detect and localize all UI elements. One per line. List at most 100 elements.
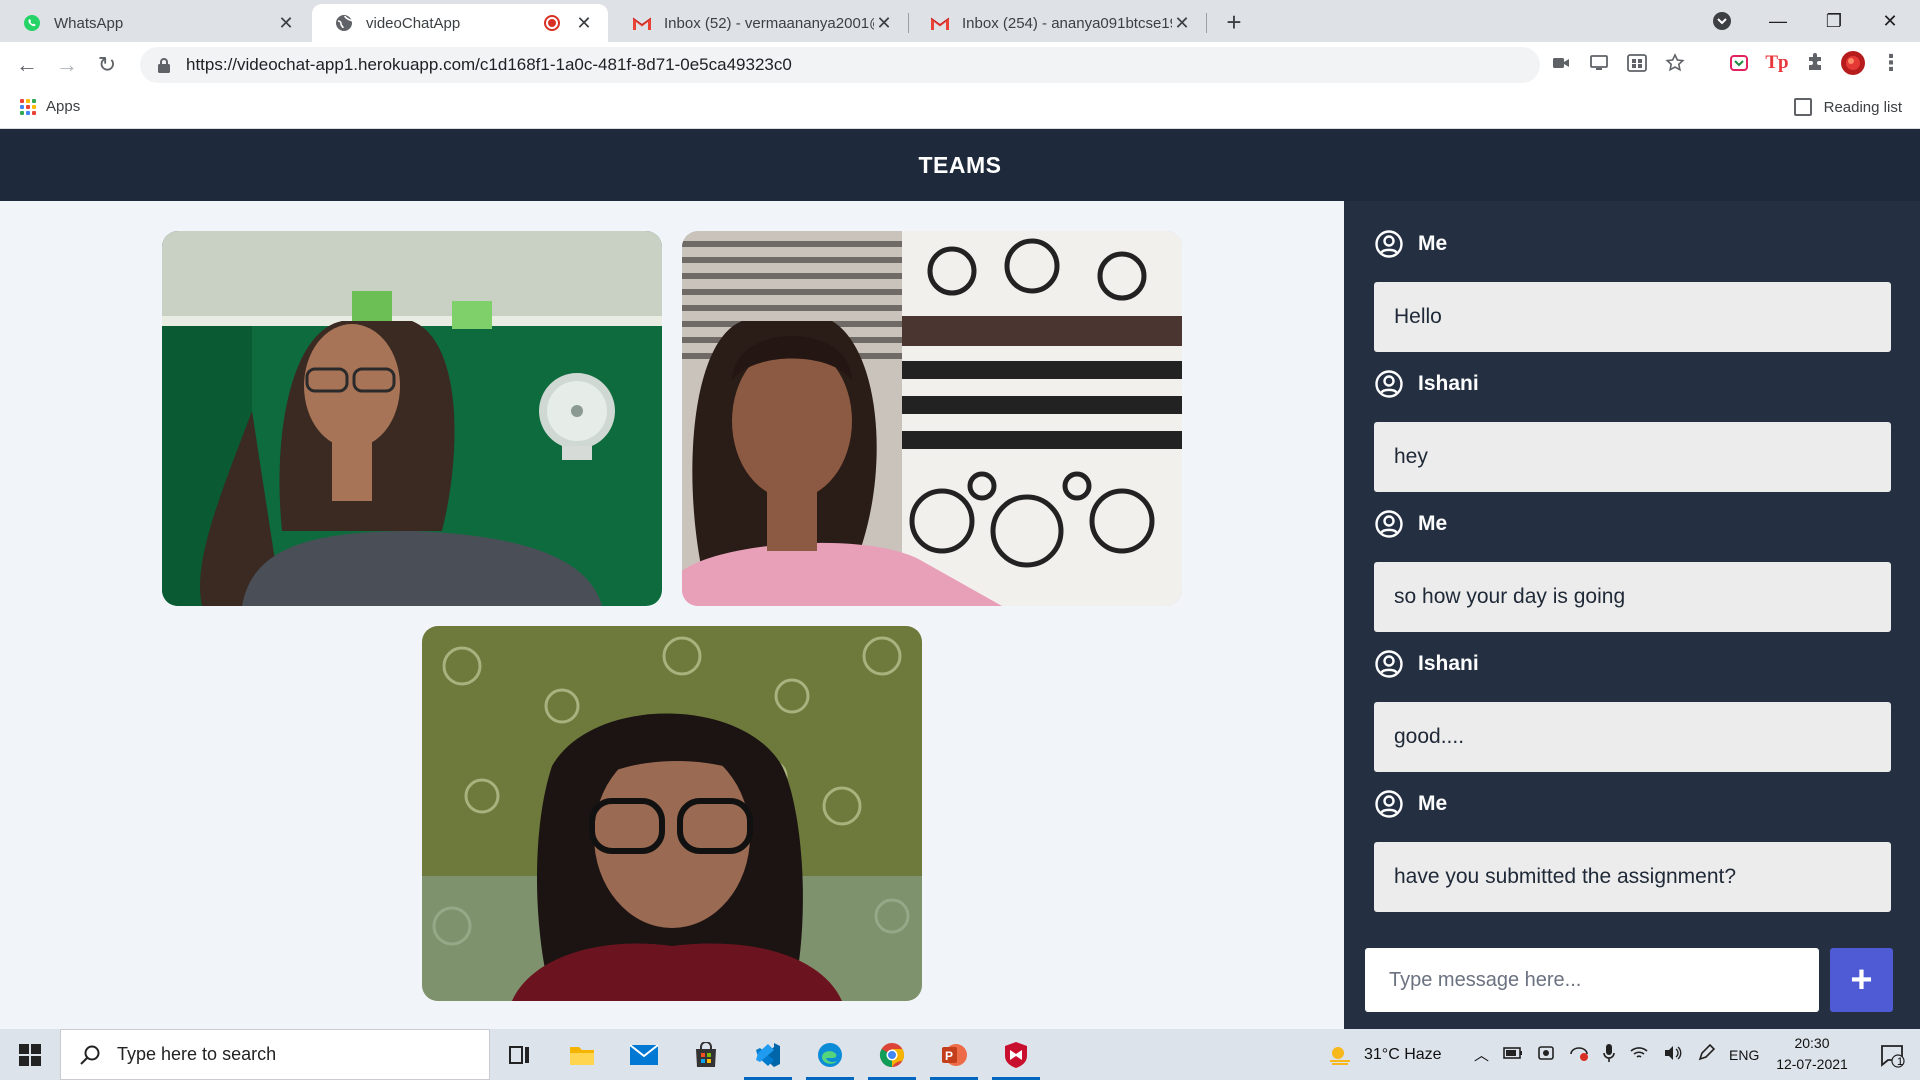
menu-kebab-icon[interactable]: ⋮ — [1878, 50, 1904, 76]
app-header: TEAMS — [0, 129, 1920, 201]
new-tab-button[interactable]: + — [1220, 7, 1248, 37]
tab-title: Inbox (52) - vermaananya2001@gmail.com — [664, 14, 874, 32]
task-view-icon[interactable] — [492, 1029, 548, 1080]
pocket-extension-icon[interactable] — [1726, 50, 1752, 76]
powerpoint-icon[interactable]: P — [926, 1029, 982, 1080]
tab-whatsapp[interactable]: WhatsApp ✕ — [0, 4, 310, 42]
action-center-button[interactable]: 1 — [1864, 1029, 1920, 1080]
gmail-icon — [930, 13, 950, 33]
cast-icon[interactable] — [1586, 50, 1612, 76]
bookmark-star-icon[interactable] — [1662, 50, 1688, 76]
tab-gmail-inbox-2[interactable]: Inbox (254) - ananya091btcse19@igdtuw.ac… — [908, 4, 1206, 42]
notification-count: 1 — [1897, 1056, 1904, 1068]
apps-bookmark[interactable]: Apps — [20, 98, 80, 115]
app-brand-title: TEAMS — [918, 151, 1002, 178]
browser-toolbar: ← → ↻ https://videochat-app1.herokuapp.c… — [0, 42, 1920, 89]
install-app-icon[interactable] — [1624, 50, 1650, 76]
tab-title: WhatsApp — [54, 14, 124, 32]
windows-logo-icon — [19, 1043, 41, 1066]
message-bubble: hey — [1374, 422, 1891, 492]
close-tab-icon[interactable]: ✕ — [874, 13, 894, 33]
chevron-up-icon[interactable]: ︿ — [1474, 1044, 1489, 1065]
toolbar-spacer — [1700, 50, 1714, 76]
language-indicator[interactable]: ENG — [1729, 1047, 1759, 1063]
forward-button[interactable]: → — [52, 50, 82, 80]
profile-avatar-icon[interactable] — [1840, 50, 1866, 76]
chat-message-input[interactable] — [1365, 948, 1819, 1012]
sender-name: Ishani — [1418, 372, 1479, 395]
microphone-icon[interactable] — [1603, 1043, 1615, 1067]
reload-button[interactable]: ↻ — [92, 50, 122, 80]
tab-gmail-inbox-1[interactable]: Inbox (52) - vermaananya2001@gmail.com ✕ — [610, 4, 908, 42]
edge-browser-icon[interactable] — [802, 1029, 858, 1080]
whatsapp-icon — [22, 13, 42, 33]
minimize-window-button[interactable]: — — [1750, 0, 1806, 42]
chrome-icon[interactable] — [864, 1029, 920, 1080]
globe-icon — [334, 13, 354, 33]
mcafee-icon[interactable] — [988, 1029, 1044, 1080]
participant-video-3 — [422, 626, 922, 1001]
windows-taskbar: Type here to search P 31°C Haze ︿ ENG 20… — [0, 1029, 1920, 1080]
start-button[interactable] — [0, 1029, 60, 1080]
network-blocked-icon[interactable] — [1569, 1044, 1589, 1066]
address-bar[interactable]: https://videochat-app1.herokuapp.com/c1d… — [140, 47, 1540, 83]
close-window-button[interactable]: ✕ — [1862, 0, 1918, 42]
message-bubble: have you submitted the assignment? — [1374, 842, 1891, 912]
file-explorer-icon[interactable] — [554, 1029, 610, 1080]
weather-widget[interactable]: 31°C Haze — [1326, 1029, 1442, 1080]
close-tab-icon[interactable]: ✕ — [276, 13, 296, 33]
sun-haze-icon — [1330, 1046, 1350, 1065]
reading-list-button[interactable]: Reading list — [1793, 98, 1902, 116]
user-circle-icon — [1375, 370, 1403, 398]
back-button[interactable]: ← — [12, 50, 42, 80]
webcam-icon[interactable] — [1537, 1044, 1555, 1066]
taskbar-search-box[interactable]: Type here to search — [60, 1029, 490, 1080]
tab-separator — [1206, 13, 1207, 33]
extensions-puzzle-icon[interactable] — [1802, 50, 1828, 76]
user-circle-icon — [1375, 510, 1403, 538]
browser-tab-strip: WhatsApp ✕ videoChatApp ✕ Inbox (52) - v… — [0, 0, 1920, 42]
message-sender: Me — [1374, 229, 1447, 259]
apps-label: Apps — [46, 98, 81, 115]
message-sender: Ishani — [1374, 369, 1479, 399]
pen-icon[interactable] — [1697, 1043, 1716, 1066]
user-circle-icon — [1375, 790, 1403, 818]
close-tab-icon[interactable]: ✕ — [574, 13, 594, 33]
battery-icon[interactable] — [1503, 1046, 1523, 1064]
tab-videochatapp[interactable]: videoChatApp ✕ — [312, 4, 608, 42]
tab-search-button[interactable] — [1694, 0, 1750, 42]
wifi-icon[interactable] — [1629, 1045, 1649, 1065]
reading-list-icon — [1793, 98, 1812, 116]
message-bubble: good.... — [1374, 702, 1891, 772]
camera-icon[interactable] — [1548, 50, 1574, 76]
message-sender: Ishani — [1374, 649, 1479, 679]
sender-name: Me — [1418, 512, 1448, 535]
restore-window-button[interactable]: ❐ — [1806, 0, 1862, 42]
weather-text: 31°C Haze — [1364, 1045, 1442, 1063]
store-icon[interactable] — [678, 1029, 734, 1080]
taskbar-clock[interactable]: 20:30 12-07-2021 — [1762, 1033, 1862, 1075]
send-message-button[interactable]: + — [1830, 948, 1893, 1012]
toolbar-icons: Tp ⋮ — [1548, 50, 1904, 76]
bookmarks-bar: Apps Reading list — [0, 89, 1920, 129]
recording-indicator-icon — [544, 15, 560, 31]
close-tab-icon[interactable]: ✕ — [1172, 13, 1192, 33]
user-circle-icon — [1375, 230, 1403, 258]
url-text: https://videochat-app1.herokuapp.com/c1d… — [186, 55, 792, 74]
message-sender: Me — [1374, 789, 1447, 819]
chevron-down-icon — [1713, 12, 1731, 30]
search-icon — [80, 1045, 100, 1065]
tp-extension-icon[interactable]: Tp — [1764, 50, 1790, 76]
participant-video-2 — [682, 231, 1182, 606]
volume-icon[interactable] — [1663, 1045, 1683, 1065]
tab-title: Inbox (254) - ananya091btcse19@igdtuw.ac… — [962, 14, 1172, 32]
vscode-icon[interactable] — [740, 1029, 796, 1080]
system-tray: ︿ ENG — [1474, 1029, 1759, 1080]
mail-icon[interactable] — [616, 1029, 672, 1080]
lock-icon[interactable] — [154, 55, 174, 75]
tab-title: videoChatApp — [366, 14, 461, 32]
svg-text:P: P — [945, 1049, 953, 1063]
apps-grid-icon — [20, 98, 36, 115]
message-sender: Me — [1374, 509, 1447, 539]
chat-panel: Me Hello Ishani hey Me so how your day i… — [1344, 201, 1920, 1029]
